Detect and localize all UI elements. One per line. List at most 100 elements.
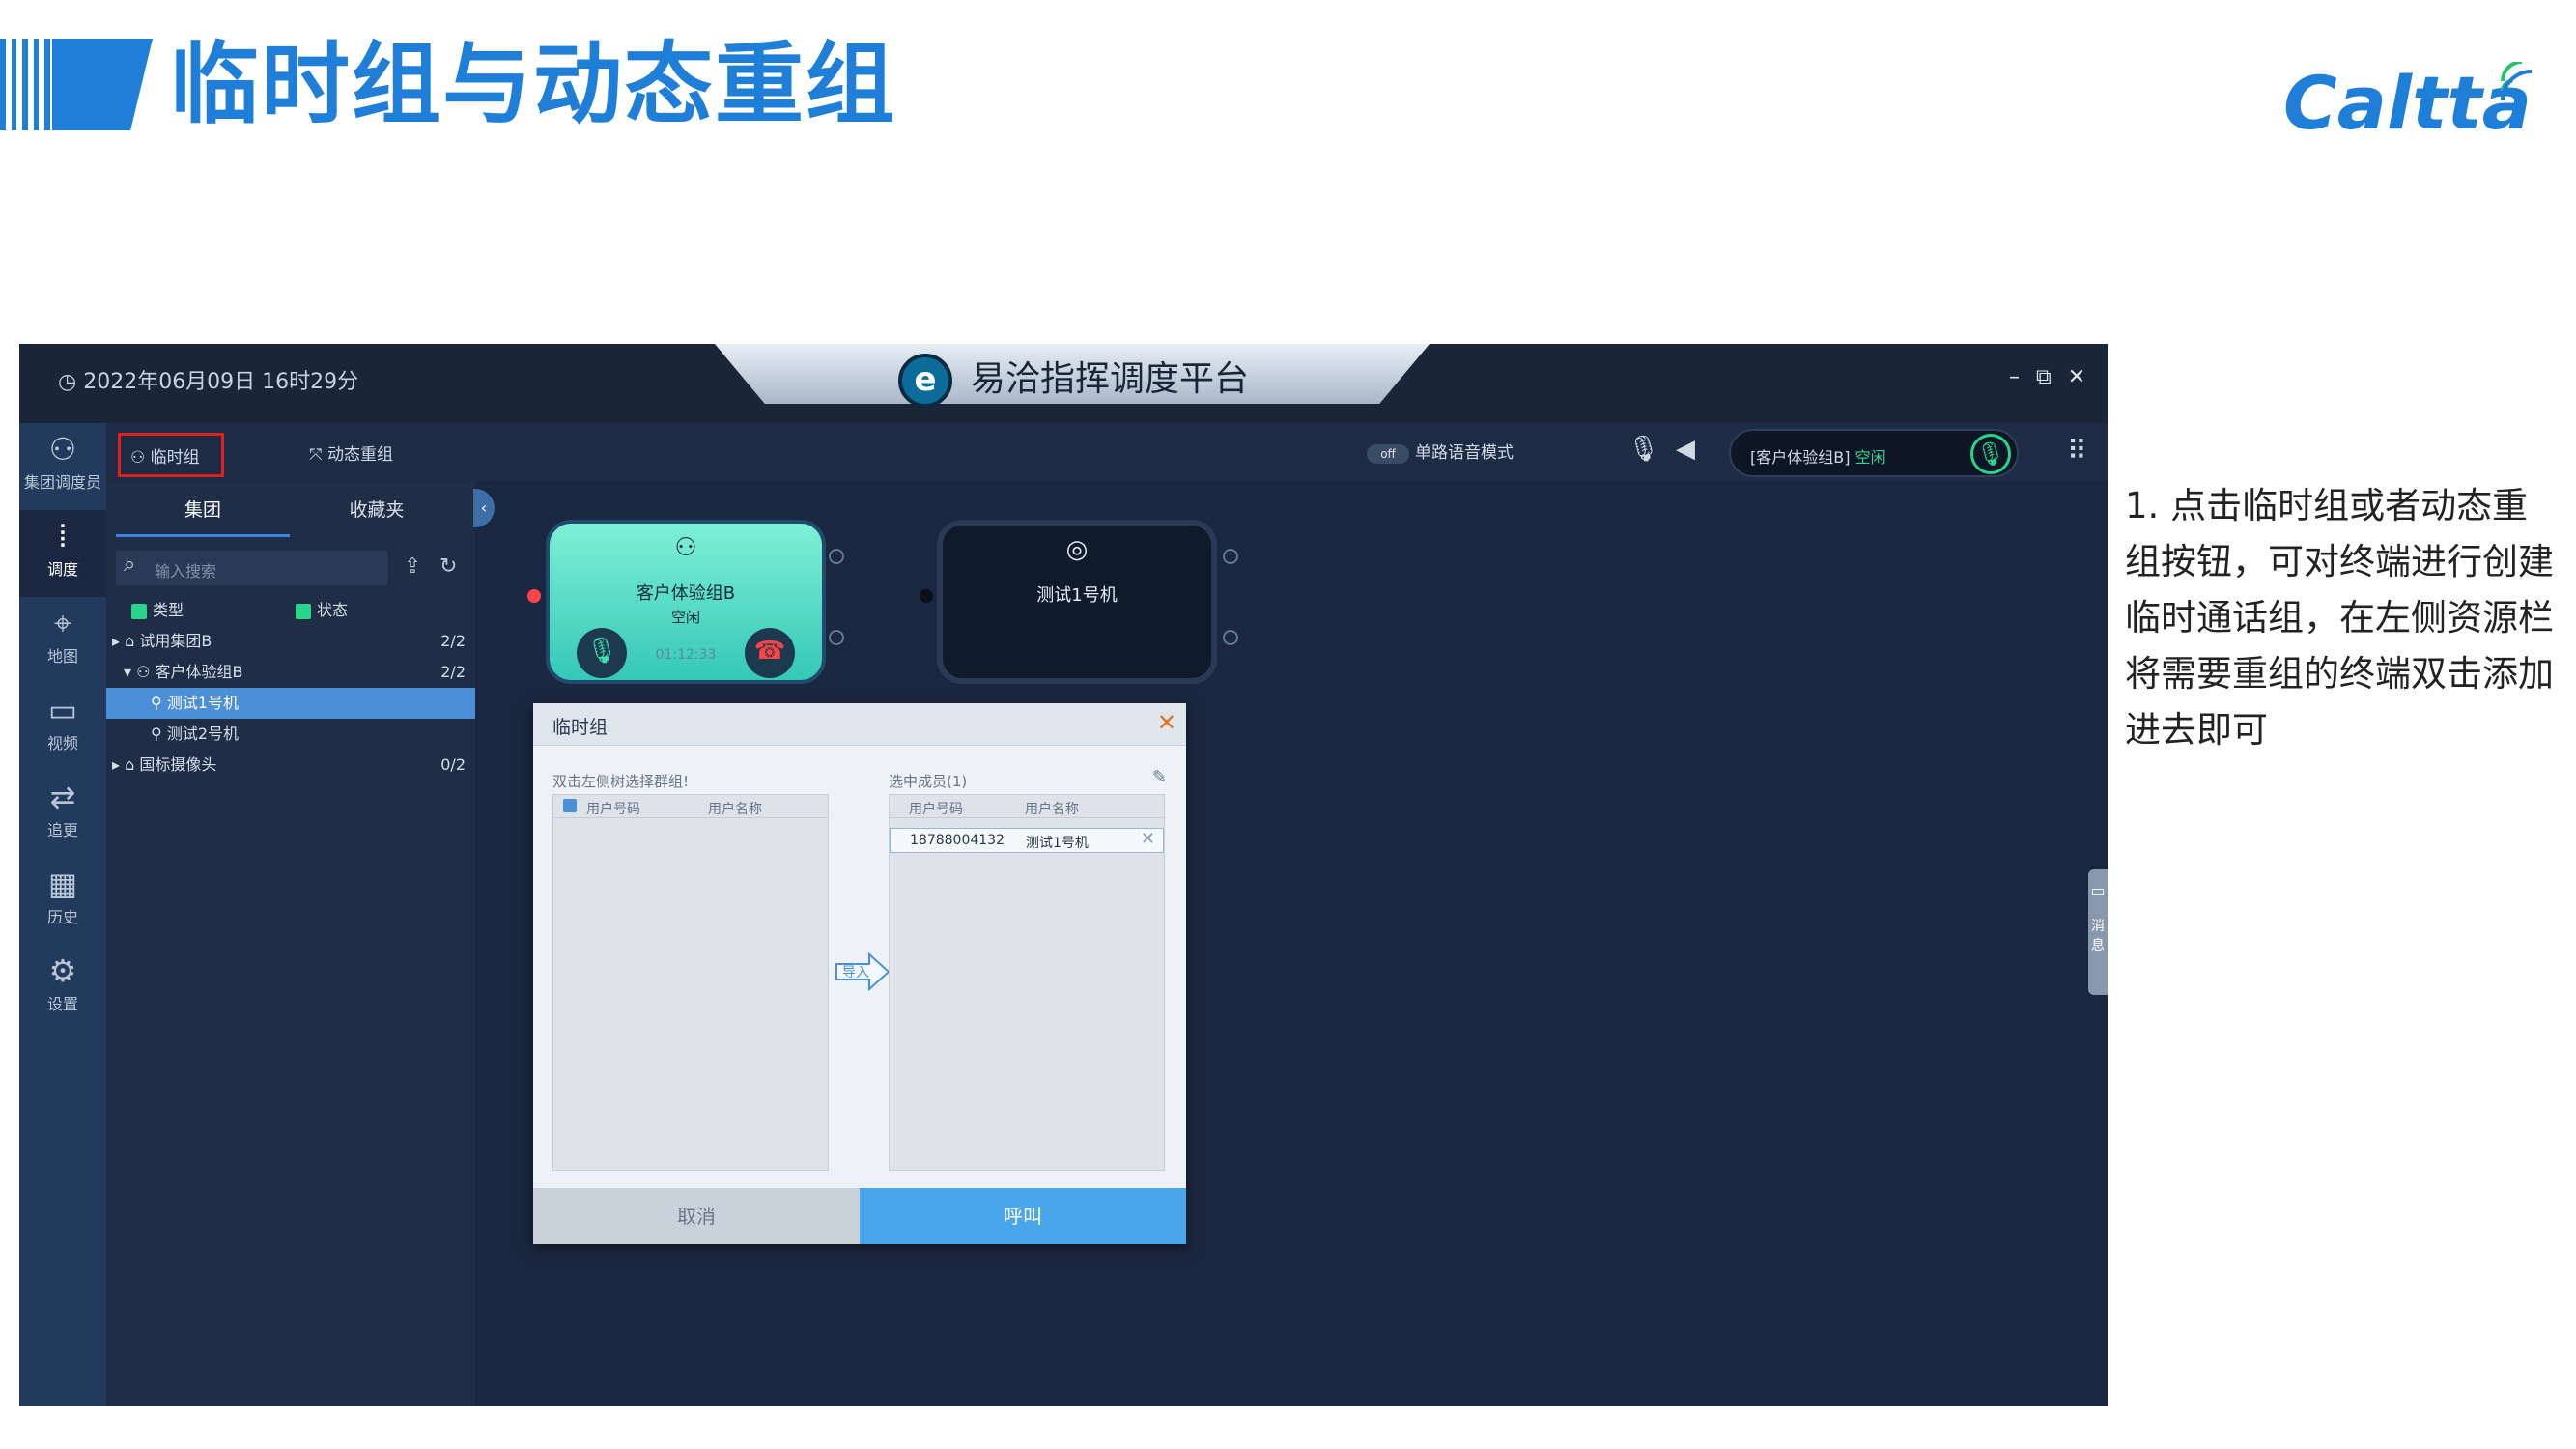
tree-node-terminal-1[interactable]: ⚲ 测试1号机: [106, 688, 475, 719]
upload-icon[interactable]: ⇪: [404, 554, 421, 579]
slide-title: 临时组与动态重组: [170, 33, 897, 136]
tree-label: 国标摄像头: [139, 755, 217, 774]
close-icon[interactable]: ✕: [1157, 709, 1176, 736]
card-pin-icon: [829, 549, 844, 564]
status-group: [客户体验组B]: [1750, 448, 1851, 467]
tree-node-terminal-2[interactable]: ⚲ 测试2号机: [106, 719, 475, 750]
import-label: 导入: [842, 965, 869, 980]
filter-state-label: 状态: [317, 601, 349, 619]
filter-state[interactable]: 状态: [296, 597, 348, 620]
nav-settings[interactable]: ⚙ 设置: [19, 945, 106, 1032]
nav-map[interactable]: ⌖ 地图: [19, 597, 106, 684]
resource-panel: 集团 收藏夹 ⌕ 输入搜索 ⇪ ↻ 类型 状态 ▸ ⌂ 试用集团B 2/2 ▾ ⚇…: [106, 481, 475, 1406]
message-panel-tab[interactable]: ▭ 消息: [2088, 869, 2108, 995]
list-header: 用户号码 用户名称: [890, 795, 1164, 818]
select-all-checkbox[interactable]: [563, 799, 577, 812]
user-icon: ⚇: [48, 431, 77, 468]
speaker-icon[interactable]: ◀: [1676, 435, 1695, 464]
search-placeholder: 输入搜索: [155, 562, 217, 581]
single-voice-toggle[interactable]: off: [1367, 444, 1409, 464]
title-accent-bars: [0, 39, 50, 130]
brand-logo: Caltta: [2283, 60, 2533, 146]
tree-node-cameras[interactable]: ▸ ⌂ 国标摄像头 0/2: [106, 750, 475, 781]
datetime-text: 2022年06月09日 16时29分: [83, 370, 359, 394]
track-icon: ⇄: [49, 779, 76, 815]
col-name: 用户名称: [1025, 802, 1079, 817]
left-hint: 双击左侧树选择群组!: [552, 773, 690, 790]
ptt-mic-button[interactable]: 🎙: [577, 628, 627, 678]
waveform-icon: ⦙: [59, 518, 67, 554]
tree-node-enterprise[interactable]: ▸ ⌂ 试用集团B 2/2: [106, 626, 475, 657]
instruction-text: 1. 点击临时组或者动态重组按钮，可对终端进行创建临时通话组，在左侧资源栏将需要…: [2125, 485, 2554, 751]
group-icon: ⚇: [674, 533, 697, 562]
card-pin-icon: [1223, 549, 1238, 564]
remove-icon[interactable]: ✕: [1141, 829, 1155, 849]
current-group-status: [客户体验组B] 空闲 🎙: [1729, 429, 2019, 477]
tab-group[interactable]: 集团: [116, 489, 290, 537]
title-accent-band: [52, 39, 153, 130]
nav-label: 地图: [46, 647, 78, 666]
col-number: 用户号码: [586, 802, 640, 817]
group-indicator-dot: [527, 589, 541, 603]
hangup-button[interactable]: ☎: [745, 628, 795, 678]
temp-group-label: 临时组: [150, 448, 200, 468]
search-input[interactable]: ⌕ 输入搜索: [116, 551, 388, 585]
microphone-icon[interactable]: 🎙: [1628, 435, 1659, 464]
table-icon: ▦: [47, 866, 78, 902]
temp-group-dialog: 临时组 ✕ 双击左侧树选择群组! 选中成员(1) ✎ 用户号码 用户名称 导入 …: [533, 703, 1186, 1244]
nav-track[interactable]: ⇄ 追更: [19, 771, 106, 858]
ptt-button[interactable]: 🎙: [1970, 434, 2011, 474]
group-icon: ⚇: [130, 448, 151, 468]
tree-count: 2/2: [440, 632, 466, 650]
checkbox-checked: [131, 603, 147, 619]
map-icon: ⌖: [53, 605, 72, 641]
minimize-button[interactable]: –: [2009, 365, 2020, 389]
close-button[interactable]: ✕: [2068, 365, 2085, 389]
tree-node-group[interactable]: ▾ ⚇ 客户体验组B 2/2: [106, 657, 475, 688]
group-call-card[interactable]: ⚇ 客户体验组B 空闲 01:12:33 🎙 ☎: [546, 520, 826, 684]
terminal-card[interactable]: ◎ 测试1号机: [937, 520, 1217, 684]
restore-button[interactable]: ⧉: [2036, 365, 2052, 389]
terminal-card-name: 测试1号机: [1036, 585, 1118, 606]
title-bar: ◷ 2022年06月09日 16时29分 e 易洽指挥调度平台 – ⧉ ✕: [19, 344, 2108, 423]
keypad-icon[interactable]: ⠿: [2067, 435, 2087, 467]
refresh-icon[interactable]: ↻: [439, 554, 457, 579]
panel-collapse-handle[interactable]: ‹: [473, 489, 495, 527]
tree-count: 0/2: [440, 755, 466, 774]
edit-icon[interactable]: ✎: [1152, 767, 1167, 787]
dynamic-regroup-label: 动态重组: [327, 445, 394, 465]
filter-type[interactable]: 类型: [131, 601, 184, 619]
datetime-display: ◷ 2022年06月09日 16时29分: [58, 370, 359, 394]
filter-type-label: 类型: [153, 601, 184, 619]
call-button[interactable]: 呼叫: [860, 1188, 1186, 1244]
dynamic-regroup-button[interactable]: ⤧ 动态重组: [299, 433, 444, 477]
window-controls: – ⧉ ✕: [1999, 365, 2085, 389]
dialog-title: 临时组: [552, 717, 609, 738]
video-icon: ▭: [47, 692, 78, 728]
nav-dispatcher[interactable]: ⚇ 集团调度员: [19, 423, 106, 510]
signal-waves-icon: [2501, 62, 2533, 101]
terminal-indicator-dot: [920, 589, 933, 603]
app-logo-icon: e: [898, 354, 952, 408]
member-row[interactable]: 18788004132 测试1号机 ✕: [890, 828, 1164, 853]
status-text: [客户体验组B] 空闲: [1750, 444, 1886, 468]
temp-group-button[interactable]: ⚇ 临时组: [118, 433, 224, 477]
checkbox-checked: [296, 603, 311, 619]
tab-favorites[interactable]: 收藏夹: [290, 489, 464, 537]
cancel-button[interactable]: 取消: [533, 1188, 860, 1244]
nav-history[interactable]: ▦ 历史: [19, 858, 106, 945]
nav-label: 视频: [46, 734, 78, 753]
selected-members-label: 选中成员(1): [889, 773, 968, 790]
list-header: 用户号码 用户名称: [553, 795, 828, 818]
tree-label: 测试2号机: [166, 724, 239, 743]
candidate-list[interactable]: 用户号码 用户名称: [552, 794, 829, 1171]
single-voice-mode-label: 单路语音模式: [1415, 443, 1514, 463]
group-card-name: 客户体验组B: [636, 583, 736, 604]
message-icon: ▭: [2090, 881, 2106, 899]
nav-dispatch[interactable]: ⦙ 调度: [19, 510, 106, 597]
gear-icon: ⚙: [48, 952, 77, 989]
nav-video[interactable]: ▭ 视频: [19, 684, 106, 771]
selected-list[interactable]: 用户号码 用户名称 18788004132 测试1号机 ✕: [889, 794, 1165, 1171]
col-number: 用户号码: [909, 802, 963, 817]
toolbar: ⚇ 临时组 ⤧ 动态重组 off 单路语音模式 🎙 ◀ [客户体验组B] 空闲 …: [106, 423, 2108, 481]
